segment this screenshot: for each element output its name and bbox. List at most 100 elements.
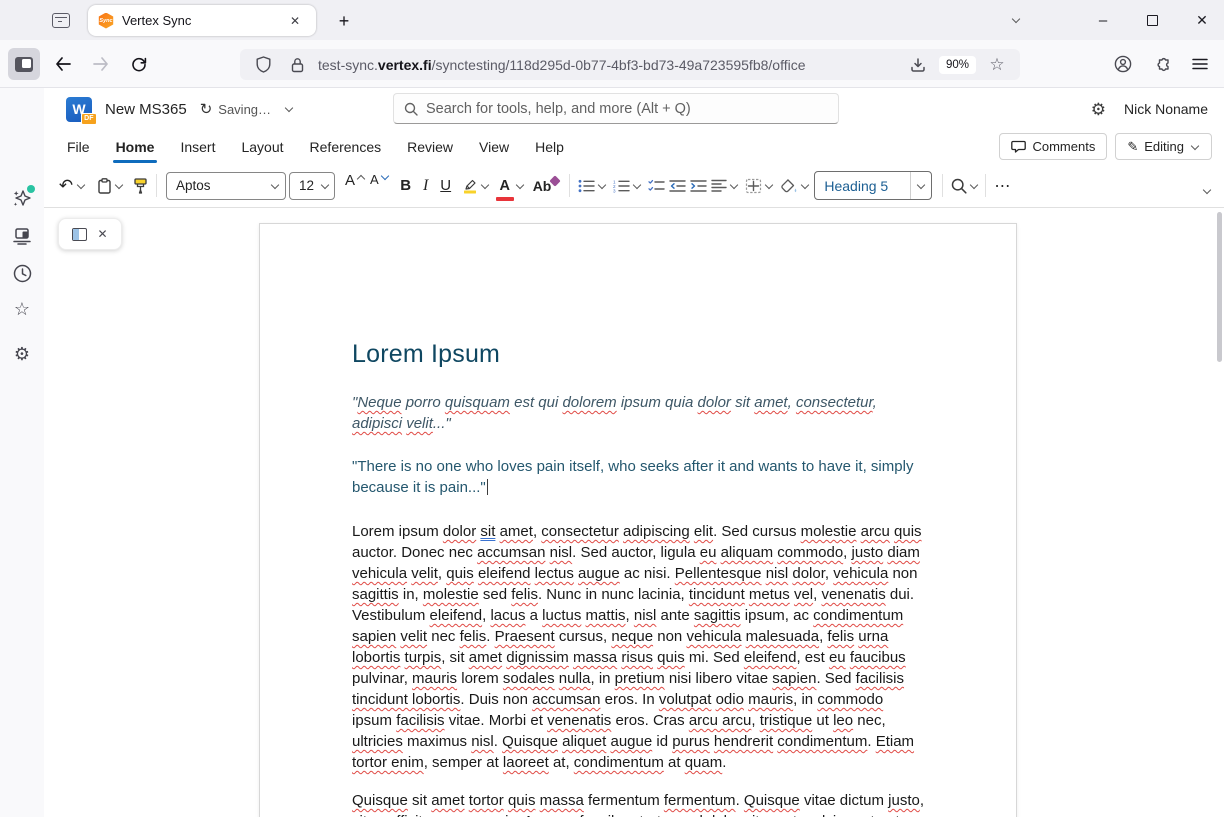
menu-tab-home[interactable]: Home <box>103 130 168 164</box>
increase-indent-button[interactable] <box>688 172 709 200</box>
sidebar-toggle-button[interactable] <box>8 48 40 80</box>
align-dropdown-icon[interactable] <box>729 181 739 191</box>
grow-font-button[interactable]: A <box>343 172 368 200</box>
lock-icon[interactable] <box>284 52 310 78</box>
bullet-list-dropdown-icon[interactable] <box>597 181 607 191</box>
chevron-down-icon <box>1011 15 1021 25</box>
word-app-icon[interactable]: WDF <box>66 97 92 122</box>
menu-tab-file[interactable]: File <box>54 130 103 164</box>
shading-button[interactable] <box>778 172 800 200</box>
sidebar-bookmarks-button[interactable]: ☆ <box>6 293 38 325</box>
paste-dropdown-icon[interactable] <box>114 181 124 191</box>
office-search-box[interactable] <box>393 93 839 124</box>
back-button[interactable] <box>46 47 80 81</box>
more-options-button[interactable]: ⋯ <box>992 172 1013 200</box>
decrease-indent-button[interactable] <box>667 172 688 200</box>
list-all-tabs-button[interactable] <box>999 4 1033 36</box>
bold-button[interactable]: B <box>396 172 416 200</box>
search-input[interactable] <box>426 101 828 117</box>
scrollbar-thumb[interactable] <box>1217 212 1222 362</box>
document-title[interactable]: New MS365 <box>105 101 187 118</box>
pencil-icon: ✎ <box>1127 139 1138 155</box>
window-close-button[interactable]: ✕ <box>1185 4 1219 36</box>
navigation-pane-pill[interactable]: ✕ <box>58 218 122 250</box>
user-name[interactable]: Nick Noname <box>1124 101 1208 117</box>
styles-dropdown[interactable] <box>910 172 931 199</box>
bullet-list-icon <box>578 179 595 193</box>
quote-paragraph-english[interactable]: "There is no one who loves pain itself, … <box>352 456 956 498</box>
browser-tab[interactable]: Sync Vertex Sync ✕ <box>88 5 316 36</box>
url-bar[interactable]: test-sync.vertex.fi/synctesting/118d295d… <box>240 49 1020 80</box>
paste-button[interactable] <box>94 172 114 200</box>
font-size-value: 12 <box>290 178 320 193</box>
collapse-ribbon-icon[interactable] <box>1202 186 1212 196</box>
highlight-dropdown-icon[interactable] <box>480 181 490 191</box>
sidebar-ai-chat-button[interactable] <box>6 182 38 214</box>
grow-font-letter: A <box>345 172 355 189</box>
forward-arrow-icon <box>93 57 109 71</box>
underline-button[interactable]: U <box>436 172 456 200</box>
find-dropdown-icon[interactable] <box>969 181 979 191</box>
maximize-button[interactable] <box>1135 4 1169 36</box>
tab-close-icon[interactable]: ✕ <box>284 10 306 32</box>
italic-button[interactable]: I <box>416 172 436 200</box>
quote-paragraph-latin[interactable]: "Neque porro quisquam est qui dolorem ip… <box>352 392 956 434</box>
body-paragraph-1[interactable]: Lorem ipsum dolor sit amet, consectetur … <box>352 521 956 773</box>
comments-button[interactable]: Comments <box>999 133 1107 160</box>
sidebar-synced-tabs-button[interactable] <box>6 220 38 252</box>
document-content[interactable]: Lorem Ipsum "Neque porro quisquam est qu… <box>260 224 1016 817</box>
font-color-button[interactable]: A <box>495 172 515 200</box>
downloads-button[interactable] <box>905 52 931 78</box>
shading-dropdown-icon[interactable] <box>800 181 810 191</box>
document-scrollbar[interactable] <box>1215 208 1223 817</box>
bullet-list-button[interactable] <box>576 172 597 200</box>
shrink-font-button[interactable]: A <box>368 172 392 200</box>
app-menu-button[interactable] <box>1183 47 1217 81</box>
menu-tab-references[interactable]: References <box>297 130 395 164</box>
numbered-list-button[interactable]: 123 <box>611 172 632 200</box>
body-paragraph-2[interactable]: Quisque sit amet tortor quis massa ferme… <box>352 790 956 817</box>
font-size-select[interactable]: 12 <box>289 172 335 200</box>
table-dropdown-icon[interactable] <box>764 181 774 191</box>
minimize-button[interactable]: – <box>1086 4 1120 36</box>
forward-button[interactable] <box>84 47 118 81</box>
font-name-select[interactable]: Aptos <box>166 172 286 200</box>
menu-tab-review[interactable]: Review <box>394 130 466 164</box>
shrink-font-letter: A <box>370 172 379 187</box>
menu-tab-view[interactable]: View <box>466 130 522 164</box>
sidebar-settings-button[interactable]: ⚙ <box>6 338 38 370</box>
document-page[interactable]: Lorem Ipsum "Neque porro quisquam est qu… <box>259 223 1017 817</box>
reload-button[interactable] <box>122 47 156 81</box>
checklist-button[interactable] <box>646 172 667 200</box>
zoom-level-badge[interactable]: 90% <box>939 56 976 74</box>
styles-select[interactable]: Heading 5 <box>814 171 932 200</box>
extensions-button[interactable] <box>1146 47 1180 81</box>
doc-title-chevron-icon[interactable] <box>284 104 294 114</box>
document-heading[interactable]: Lorem Ipsum <box>352 344 956 365</box>
format-painter-button[interactable] <box>130 172 150 200</box>
menu-tab-layout[interactable]: Layout <box>228 130 296 164</box>
align-button[interactable] <box>709 172 729 200</box>
url-text[interactable]: test-sync.vertex.fi/synctesting/118d295d… <box>318 57 897 73</box>
office-settings-gear-icon[interactable]: ⚙ <box>1091 101 1106 118</box>
font-color-dropdown-icon[interactable] <box>515 181 525 191</box>
undo-dropdown-icon[interactable] <box>76 181 86 191</box>
numbered-list-dropdown-icon[interactable] <box>632 181 642 191</box>
panel-toggle-icon[interactable] <box>72 228 87 241</box>
find-button[interactable] <box>949 172 969 200</box>
undo-button[interactable]: ↶ <box>56 172 76 200</box>
shield-icon[interactable] <box>250 52 276 78</box>
new-tab-button[interactable]: + <box>330 7 358 35</box>
highlight-button[interactable] <box>460 172 480 200</box>
table-button[interactable] <box>743 172 764 200</box>
firefox-view-button[interactable] <box>46 6 76 34</box>
clear-formatting-button[interactable]: Ab <box>531 172 554 200</box>
account-button[interactable] <box>1106 47 1140 81</box>
menu-tab-insert[interactable]: Insert <box>167 130 228 164</box>
sidebar-history-button[interactable] <box>6 257 38 289</box>
menu-tab-help[interactable]: Help <box>522 130 577 164</box>
close-icon[interactable]: ✕ <box>97 227 107 241</box>
bookmark-star-icon[interactable]: ☆ <box>984 52 1010 78</box>
office-menubar: File Home Insert Layout References Revie… <box>44 130 1224 164</box>
editing-mode-button[interactable]: ✎ Editing <box>1115 133 1212 160</box>
